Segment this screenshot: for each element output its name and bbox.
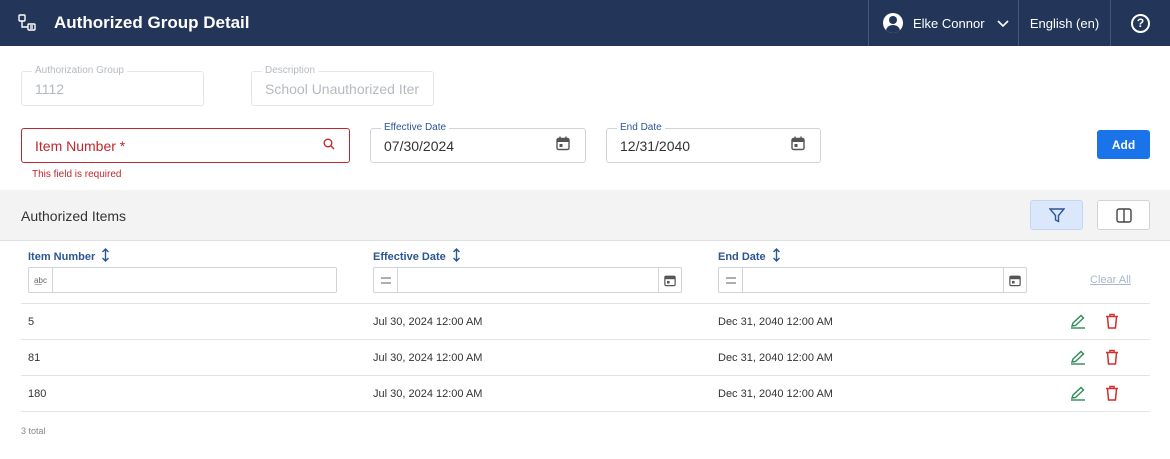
item-number-cell: 81 (28, 351, 41, 364)
clear-all-link[interactable]: Clear All (1090, 274, 1131, 286)
effective-date-value: 07/30/2024 (384, 137, 455, 154)
trash-icon[interactable] (1105, 385, 1119, 406)
description-field: Description School Unauthorized Iter (251, 65, 434, 106)
item-number-cell: 5 (28, 315, 35, 328)
add-button[interactable]: Add (1097, 130, 1150, 159)
filter-button[interactable] (1030, 200, 1083, 230)
end-date-value: 12/31/2040 (620, 137, 691, 154)
effective-date-cell: Jul 30, 2024 12:00 AM (373, 351, 483, 364)
edit-icon[interactable] (1070, 314, 1086, 334)
table-row: 180 Jul 30, 2024 12:00 AM Dec 31, 2040 1… (21, 376, 1150, 412)
help-button[interactable]: ? (1110, 0, 1170, 46)
item-number-error: This field is required (32, 169, 122, 180)
user-name: Elke Connor (913, 15, 985, 31)
effective-date-filter-input[interactable] (373, 267, 682, 293)
avatar-icon (883, 13, 903, 33)
end-date-cell: Dec 31, 2040 12:00 AM (718, 387, 833, 400)
top-bar: Authorized Group Detail Elke Connor Engl… (0, 0, 1170, 46)
sort-icon[interactable] (101, 248, 110, 265)
filter-icon (1048, 207, 1065, 223)
help-icon: ? (1131, 13, 1150, 33)
columns-icon (1115, 207, 1132, 223)
effective-date-field[interactable]: Effective Date 07/30/2024 (370, 122, 586, 163)
column-header-effective-date[interactable]: Effective Date (373, 248, 461, 265)
item-number-placeholder: Item Number * (35, 137, 126, 154)
edit-icon[interactable] (1070, 350, 1086, 370)
trash-icon[interactable] (1105, 349, 1119, 370)
end-date-filter-input[interactable] (718, 267, 1027, 293)
calendar-icon[interactable] (658, 268, 681, 292)
edit-icon[interactable] (1070, 386, 1086, 406)
table-row: 5 Jul 30, 2024 12:00 AM Dec 31, 2040 12:… (21, 304, 1150, 340)
section-title: Authorized Items (21, 207, 127, 224)
calendar-icon[interactable] (791, 136, 805, 156)
section-header: Authorized Items (0, 190, 1170, 241)
sort-icon[interactable] (452, 248, 461, 265)
authorization-group-field: Authorization Group 1112 (21, 65, 204, 106)
page-title: Authorized Group Detail (54, 13, 250, 32)
columns-button[interactable] (1097, 200, 1150, 230)
effective-date-cell: Jul 30, 2024 12:00 AM (373, 387, 483, 400)
column-label: Item Number (28, 250, 96, 263)
row-total: 3 total (21, 426, 46, 436)
column-label: End Date (718, 250, 766, 263)
calendar-icon[interactable] (556, 136, 570, 156)
item-number-input[interactable]: Item Number * (21, 128, 350, 163)
item-number-cell: 180 (28, 387, 47, 400)
chevron-down-icon (996, 16, 1009, 31)
hierarchy-icon[interactable] (0, 0, 54, 46)
column-label: Effective Date (373, 250, 446, 263)
user-menu[interactable]: Elke Connor (868, 0, 1018, 46)
authorization-group-value: 1112 (35, 80, 65, 97)
sort-icon[interactable] (772, 248, 781, 265)
description-value: School Unauthorized Iter (265, 80, 420, 97)
equals-icon[interactable] (719, 268, 743, 292)
language-selector[interactable]: English (en) (1018, 0, 1110, 46)
effective-date-cell: Jul 30, 2024 12:00 AM (373, 315, 483, 328)
end-date-cell: Dec 31, 2040 12:00 AM (718, 351, 833, 364)
end-date-cell: Dec 31, 2040 12:00 AM (718, 315, 833, 328)
calendar-icon[interactable] (1003, 268, 1026, 292)
equals-icon[interactable] (374, 268, 398, 292)
language-label: English (en) (1029, 15, 1100, 31)
search-icon[interactable] (323, 137, 335, 155)
column-header-end-date[interactable]: End Date (718, 248, 781, 265)
text-filter-icon[interactable]: a͟bc (29, 268, 53, 292)
trash-icon[interactable] (1105, 313, 1119, 334)
column-header-item-number[interactable]: Item Number (28, 248, 110, 265)
table-row: 81 Jul 30, 2024 12:00 AM Dec 31, 2040 12… (21, 340, 1150, 376)
item-number-filter-input[interactable]: a͟bc (28, 267, 337, 293)
end-date-field[interactable]: End Date 12/31/2040 (606, 122, 821, 163)
